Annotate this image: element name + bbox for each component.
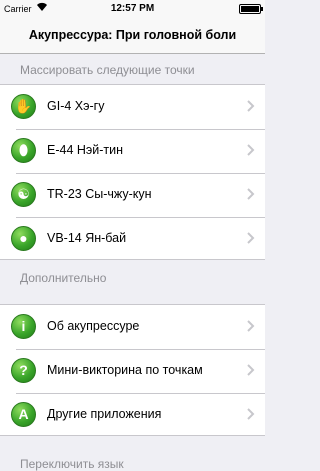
list-item-tr23[interactable]: ☯ TR-23 Сы-чжу-кун	[0, 173, 265, 217]
list-item-quiz[interactable]: ? Мини-викторина по точкам	[0, 349, 265, 393]
chevron-right-icon	[247, 320, 255, 332]
head-icon: ●	[11, 226, 36, 251]
chevron-right-icon	[247, 408, 255, 420]
status-bar: Carrier 12:57 PM	[0, 0, 265, 18]
info-icon: i	[11, 314, 36, 339]
list-item-vb14[interactable]: ● VB-14 Ян-бай	[0, 217, 265, 261]
extra-list: i Об акупрессуре ? Мини-викторина по точ…	[0, 304, 265, 436]
yin-yang-icon: ☯	[11, 182, 36, 207]
list-item-label: VB-14 Ян-бай	[47, 231, 127, 245]
section-header-points: Массировать следующие точки	[20, 63, 195, 77]
chevron-right-icon	[247, 188, 255, 200]
list-item-label: TR-23 Сы-чжу-кун	[47, 187, 152, 201]
list-item-gi4[interactable]: ✋ GI-4 Хэ-гу	[0, 85, 265, 129]
hand-icon: ✋	[11, 94, 36, 119]
question-icon: ?	[11, 358, 36, 383]
section-header-extra: Дополнительно	[20, 271, 107, 285]
foot-icon: ⬮	[11, 138, 36, 163]
list-item-label: E-44 Нэй-тин	[47, 143, 124, 157]
list-item-label: GI-4 Хэ-гу	[47, 99, 105, 113]
list-item-label: Об акупрессуре	[47, 319, 140, 333]
chevron-right-icon	[247, 232, 255, 244]
apps-icon: A	[11, 402, 36, 427]
page-title: Акупрессура: При головной боли	[28, 28, 237, 42]
list-item-label: Мини-викторина по точкам	[47, 363, 203, 377]
battery-icon	[239, 4, 263, 14]
list-item-other-apps[interactable]: A Другие приложения	[0, 393, 265, 437]
chevron-right-icon	[247, 100, 255, 112]
list-item-e44[interactable]: ⬮ E-44 Нэй-тин	[0, 129, 265, 173]
section-header-language: Переключить язык	[20, 457, 124, 471]
navigation-bar: Акупрессура: При головной боли	[0, 18, 265, 54]
points-list: ✋ GI-4 Хэ-гу ⬮ E-44 Нэй-тин ☯ TR-23 Сы-ч…	[0, 84, 265, 260]
chevron-right-icon	[247, 364, 255, 376]
list-item-label: Другие приложения	[47, 407, 162, 421]
list-item-about[interactable]: i Об акупрессуре	[0, 305, 265, 349]
chevron-right-icon	[247, 144, 255, 156]
clock: 12:57 PM	[110, 3, 155, 14]
